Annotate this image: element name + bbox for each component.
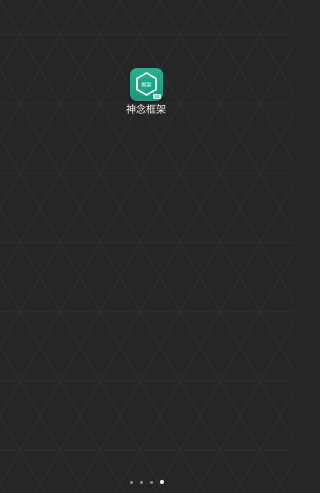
page-dot-1[interactable] xyxy=(129,480,133,484)
page-indicator xyxy=(0,478,293,486)
page-dot-2[interactable] xyxy=(139,480,143,484)
icon-inner-text: 框架 xyxy=(141,82,151,89)
page-dot-4[interactable] xyxy=(159,480,164,484)
app-label: 神念框架 xyxy=(126,105,166,116)
page-dot-3[interactable] xyxy=(149,480,153,484)
hexagon-framework-icon: 框架 EX xyxy=(129,68,163,101)
app-icon-shennian-framework[interactable]: 框架 EX 神念框架 xyxy=(114,68,178,117)
icon-badge-text: EX xyxy=(154,95,159,99)
